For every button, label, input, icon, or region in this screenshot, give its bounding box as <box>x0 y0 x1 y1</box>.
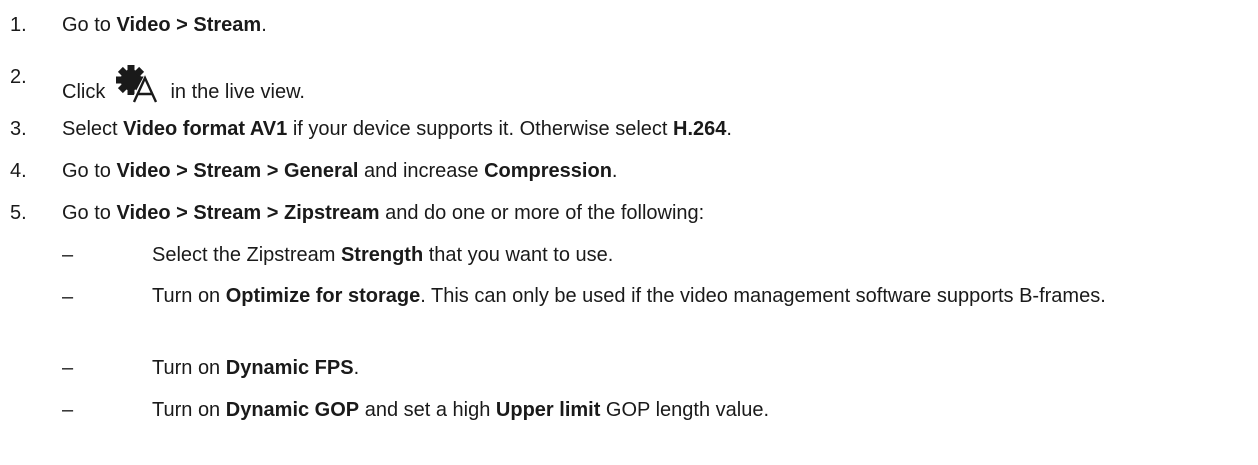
step-number: 2. <box>10 66 27 88</box>
substep-text: Turn on Dynamic FPS. <box>152 355 1252 381</box>
step-text-segment: Go to <box>62 202 117 224</box>
setting-name: H.264 <box>673 118 727 140</box>
setting-name: Compression <box>484 160 612 182</box>
step-text-segment: and increase <box>358 160 485 182</box>
step-number: 5. <box>10 202 27 224</box>
step-text-segment: GOP length value. <box>600 399 769 421</box>
step-text-segment: Select <box>62 118 124 140</box>
substep-text: Turn on Dynamic GOP and set a high Upper… <box>152 397 1252 423</box>
step-text: Select Video format AV1 if your device s… <box>62 116 732 142</box>
setting-name: Optimize for storage <box>225 285 421 307</box>
step-text-segment: Click <box>62 81 111 103</box>
step-text: Click in the live view. <box>62 64 305 105</box>
setting-name: Dynamic GOP <box>225 399 360 421</box>
step-text-segment: Turn on <box>152 399 226 421</box>
step-number: 4. <box>10 160 27 182</box>
bullet-dash: – <box>62 357 74 379</box>
step-text-segment: in the live view. <box>164 81 305 103</box>
step-text-segment: . <box>726 118 732 140</box>
step-number: 1. <box>10 14 27 36</box>
bullet-dash: – <box>62 244 74 266</box>
substep-text: Select the Zipstream Strength that you w… <box>152 242 1252 268</box>
step-text-segment: Select the Zipstream <box>152 244 341 266</box>
setting-name: Upper limit <box>495 399 601 421</box>
step-text-segment: Go to <box>62 160 117 182</box>
ui-path: Video > Stream <box>116 14 262 36</box>
step-text: Go to Video > Stream. <box>62 12 267 38</box>
step-text-segment: and do one or more of the following: <box>379 202 705 224</box>
ui-path: Video > Stream > Zipstream <box>116 202 380 224</box>
step-text: Go to Video > Stream > General and incre… <box>62 158 617 184</box>
instruction-document: 1. Go to Video > Stream. 2. Click in the… <box>0 0 1258 465</box>
ui-path: Video > Stream > General <box>116 160 359 182</box>
step-text: Go to Video > Stream > Zipstream and do … <box>62 200 704 226</box>
step-text-segment: . This can only be used if the video man… <box>420 285 1106 307</box>
step-text-segment: . <box>611 160 618 182</box>
step-text-segment: . <box>261 14 267 36</box>
step-text-segment: that you want to use. <box>423 244 614 266</box>
bullet-dash: – <box>62 399 74 421</box>
step-text-segment: and set a high <box>359 399 496 421</box>
gear-with-letter-a-icon <box>115 64 161 104</box>
setting-name: Video format AV1 <box>123 118 288 140</box>
step-text-segment: Go to <box>62 14 117 36</box>
setting-name: Dynamic FPS <box>225 357 354 379</box>
step-number: 3. <box>10 118 27 140</box>
step-text-segment: if your device supports it. Otherwise se… <box>287 118 673 140</box>
step-text-segment: Turn on <box>152 285 226 307</box>
substep-text: Turn on Optimize for storage. This can o… <box>152 282 1222 311</box>
step-text-segment: . <box>353 357 360 379</box>
setting-name: Strength <box>340 244 424 266</box>
bullet-dash: – <box>62 286 74 308</box>
step-text-segment: Turn on <box>152 357 226 379</box>
